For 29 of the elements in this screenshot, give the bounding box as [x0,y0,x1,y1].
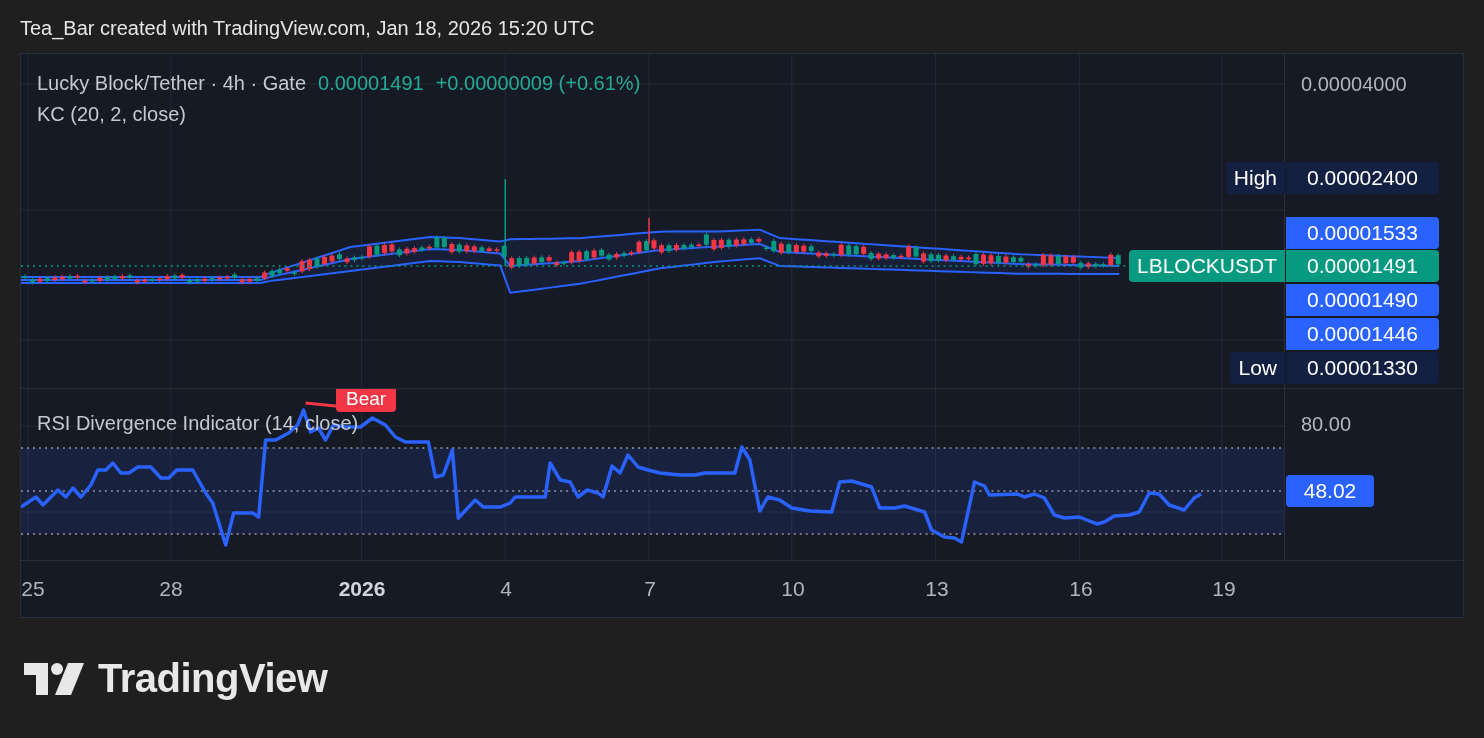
price-tag: 0.00001533 [1286,217,1439,249]
rsi-tick: 80.00 [1301,413,1352,436]
brand-name: TradingView [98,656,328,701]
chart-caption: Tea_Bar created with TradingView.com, Jan 18, 2026 15:20 UTC [20,17,595,40]
price-tag: 0.00001330 [1286,352,1439,384]
price-tag: 0.00001446 [1286,318,1439,350]
price-tag-label: High [1225,162,1285,194]
indicator-label: KC (20, 2, close) [37,103,187,126]
signal-label: Bear [336,389,397,412]
rsi-value-tag: 48.02 [1286,475,1374,507]
time-label: 13 [925,577,949,601]
symbol-title: Lucky Block/Tether · 4h · Gate [37,72,306,95]
price-tag: 0.00002400 [1286,162,1439,194]
price-tag: 0.00001490 [1286,284,1439,316]
price-tag-label: Low [1230,352,1285,384]
last-price: 0.00001491 [318,72,424,95]
time-label: 16 [1069,577,1093,601]
time-label: 25 [21,577,45,601]
time-label: 10 [781,577,805,601]
price-tick: 0.00004000 [1301,73,1407,96]
time-label: 2026 [338,577,386,601]
time-label: 28 [159,577,183,601]
time-label: 19 [1212,577,1236,601]
time-label: 4 [500,577,512,601]
price-tag-label: LBLOCKUSDT [1128,250,1285,282]
logo-icon [24,662,84,695]
time-label: 7 [644,577,656,601]
price-change: +0.00000009 (+0.61%) [435,72,641,95]
price-tag: 0.00001491 [1286,250,1439,282]
